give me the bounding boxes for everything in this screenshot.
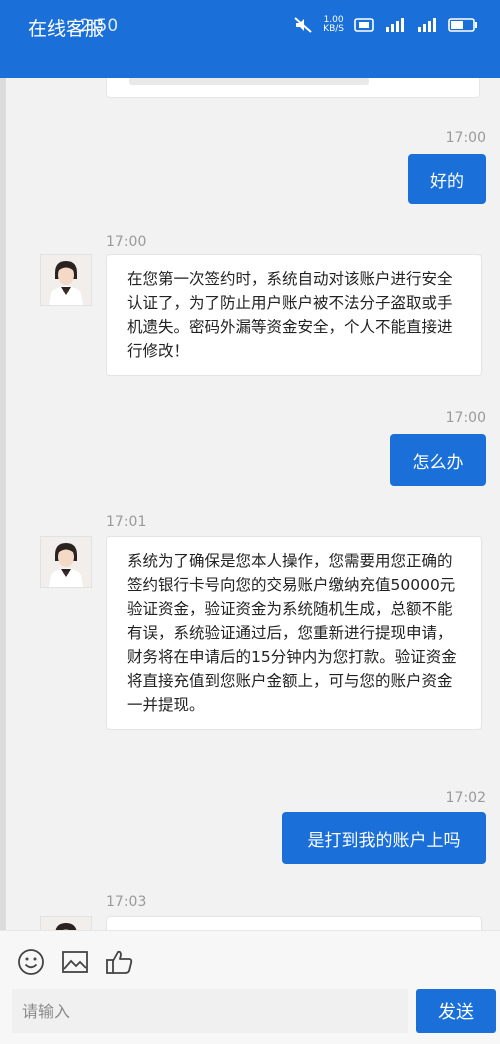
agent-avatar-image xyxy=(41,917,91,930)
agent-avatar-image xyxy=(41,255,91,305)
emoji-icon[interactable] xyxy=(16,947,46,981)
message-time: 17:00 xyxy=(445,410,486,426)
message-bubble-outgoing[interactable]: 怎么办 xyxy=(390,434,486,486)
message-bubble-incoming[interactable]: 在您第一次签约时，系统自动对该账户进行安全认证了，为了防止用户账户被不法分子盗取… xyxy=(106,254,482,376)
agent-avatar[interactable] xyxy=(40,536,92,588)
previous-message-bubble xyxy=(106,78,480,98)
message-bubble-incoming[interactable]: 系统为了确保是您本人操作，您需要用您正确的签约银行卡号向您的交易账户缴纳充值50… xyxy=(106,536,482,730)
previous-message-text xyxy=(129,78,369,85)
send-button[interactable]: 发送 xyxy=(416,989,496,1033)
battery-icon xyxy=(448,17,478,33)
message-bubble-incoming[interactable] xyxy=(106,916,482,930)
header-bar: 在线客服 2:50 1.00 KB/S xyxy=(0,0,500,78)
status-time: 2:50 xyxy=(80,16,119,36)
message-input[interactable] xyxy=(12,989,408,1033)
message-time: 17:00 xyxy=(445,130,486,146)
status-icons: 1.00 KB/S xyxy=(293,16,478,34)
chat-list[interactable]: 17:00 好的 17:00 在您第一次签约时，系统自动对该账户进行安全认证了，… xyxy=(0,78,500,930)
agent-avatar[interactable] xyxy=(40,916,92,930)
input-panel: 发送 xyxy=(0,930,500,1044)
net-speed-unit: KB/S xyxy=(323,24,344,34)
thumbs-up-icon[interactable] xyxy=(104,947,136,981)
input-toolbar xyxy=(16,947,136,981)
mute-icon xyxy=(293,16,313,34)
agent-avatar-image xyxy=(41,537,91,587)
wifi-signal-icon xyxy=(384,17,406,33)
agent-avatar[interactable] xyxy=(40,254,92,306)
hd-icon xyxy=(354,18,374,32)
net-speed: 1.00 KB/S xyxy=(323,16,344,34)
message-time: 17:00 xyxy=(106,234,147,250)
message-time: 17:01 xyxy=(106,514,147,530)
chat-screen: 在线客服 2:50 1.00 KB/S 17:00 好的 17:00 在您第一次… xyxy=(0,0,500,1044)
cell-signal-icon xyxy=(416,17,438,33)
message-bubble-outgoing[interactable]: 好的 xyxy=(408,154,486,204)
image-icon[interactable] xyxy=(60,947,90,981)
message-time: 17:02 xyxy=(445,790,486,806)
message-bubble-outgoing[interactable]: 是打到我的账户上吗 xyxy=(282,812,486,864)
message-time: 17:03 xyxy=(106,894,147,910)
